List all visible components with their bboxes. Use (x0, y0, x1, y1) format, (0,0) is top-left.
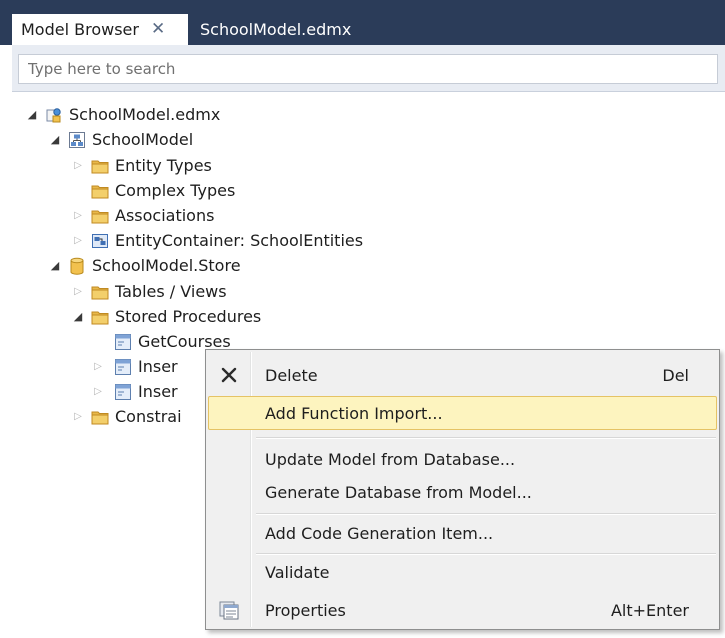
menu-item-label: Properties (265, 600, 346, 620)
delete-x-icon (218, 364, 240, 386)
menu-item-properties[interactable]: Properties Alt+Enter (208, 593, 717, 627)
tree-item-label: Entity Types (115, 156, 212, 175)
folder-open-icon (91, 308, 109, 326)
collapsed-arrow-icon[interactable]: ▷ (71, 286, 85, 297)
collapsed-arrow-icon[interactable]: ▷ (71, 160, 85, 171)
tree-item-root[interactable]: ◢ SchoolModel.edmx (25, 102, 221, 127)
conceptual-model-icon (68, 131, 86, 149)
expand-arrow-icon[interactable]: ◢ (48, 133, 62, 146)
stored-procedure-icon (114, 383, 132, 401)
edmx-file-icon (45, 106, 63, 124)
context-menu: Delete Del Add Function Import... Update… (205, 349, 720, 630)
collapsed-arrow-icon[interactable]: ▷ (71, 235, 85, 246)
collapsed-arrow-icon[interactable]: ▷ (91, 361, 105, 372)
menu-item-validate[interactable]: Validate (208, 555, 717, 589)
stored-procedure-icon (114, 358, 132, 376)
menu-separator (256, 513, 716, 515)
tab-model-browser[interactable]: Model Browser ✕ (12, 14, 188, 45)
collapsed-arrow-icon[interactable]: ▷ (71, 210, 85, 221)
search-bar (12, 45, 725, 92)
tree-item-label: Inser (138, 382, 178, 401)
tree-item-constraints[interactable]: ▷ Constrai (71, 404, 182, 429)
menu-item-label: Delete (265, 365, 318, 385)
collapsed-arrow-icon[interactable]: ▷ (91, 386, 105, 397)
tree-item-label: Associations (115, 206, 215, 225)
menu-item-label: Add Function Import... (265, 403, 443, 423)
properties-icon (218, 599, 240, 621)
tree-item-insert-procedure-1[interactable]: ▷ Inser (94, 354, 178, 379)
tree-item-schoolmodel[interactable]: ◢ SchoolModel (48, 127, 193, 152)
tree-item-label: SchoolModel.edmx (69, 105, 221, 124)
menu-item-generate-database[interactable]: Generate Database from Model... (208, 475, 717, 509)
tree-item-label: SchoolModel (92, 130, 194, 149)
stored-procedure-icon (114, 333, 132, 351)
tree-item-label: Constrai (115, 407, 182, 426)
tree-item-label: Complex Types (115, 181, 236, 200)
menu-item-update-model[interactable]: Update Model from Database... (208, 442, 717, 476)
folder-icon (91, 182, 109, 200)
menu-item-shortcut: Del (662, 365, 689, 385)
tree-item-label: Inser (138, 357, 178, 376)
entity-container-icon (91, 232, 109, 250)
expand-arrow-icon[interactable]: ◢ (71, 310, 85, 323)
tab-schoolmodel-edmx[interactable]: SchoolModel.edmx (200, 14, 351, 45)
collapsed-arrow-icon[interactable]: ▷ (71, 411, 85, 422)
database-icon (68, 257, 86, 275)
tree-item-label: Tables / Views (115, 282, 227, 301)
tree-item-label: EntityContainer: SchoolEntities (115, 231, 364, 250)
expand-arrow-icon[interactable]: ◢ (48, 259, 62, 272)
search-input[interactable] (18, 54, 718, 84)
folder-icon (91, 283, 109, 301)
menu-item-label: Add Code Generation Item... (265, 523, 494, 543)
tree-item-label: SchoolModel.Store (92, 256, 241, 275)
tree-item-stored-procedures[interactable]: ◢ Stored Procedures (71, 304, 262, 329)
menu-item-add-code-generation[interactable]: Add Code Generation Item... (208, 516, 717, 550)
menu-item-label: Validate (265, 562, 330, 582)
menu-item-label: Update Model from Database... (265, 449, 516, 469)
menu-separator (256, 437, 716, 439)
tree-item-associations[interactable]: ▷ Associations (71, 203, 214, 228)
tree-item-tables-views[interactable]: ▷ Tables / Views (71, 279, 227, 304)
menu-item-shortcut: Alt+Enter (610, 600, 689, 620)
document-tab-bar: Model Browser ✕ SchoolModel.edmx (0, 0, 725, 45)
tree-item-entity-types[interactable]: ▷ Entity Types (71, 153, 212, 178)
menu-item-label: Generate Database from Model... (265, 482, 532, 502)
folder-icon (91, 207, 109, 225)
tree-item-store[interactable]: ◢ SchoolModel.Store (48, 253, 241, 278)
tree-item-insert-procedure-2[interactable]: ▷ Inser (94, 379, 178, 404)
expand-arrow-icon[interactable]: ◢ (25, 108, 39, 121)
menu-item-delete[interactable]: Delete Del (208, 358, 717, 392)
tree-item-entity-container[interactable]: ▷ EntityContainer: SchoolEntities (71, 228, 363, 253)
folder-icon (91, 408, 109, 426)
folder-icon (91, 157, 109, 175)
close-icon[interactable]: ✕ (151, 21, 165, 38)
tab-model-browser-label: Model Browser (21, 20, 139, 39)
tree-item-label: Stored Procedures (115, 307, 262, 326)
tab-schoolmodel-edmx-label: SchoolModel.edmx (200, 20, 352, 39)
menu-item-add-function-import[interactable]: Add Function Import... (208, 396, 717, 430)
tree-item-complex-types[interactable]: ▷ Complex Types (71, 178, 235, 203)
